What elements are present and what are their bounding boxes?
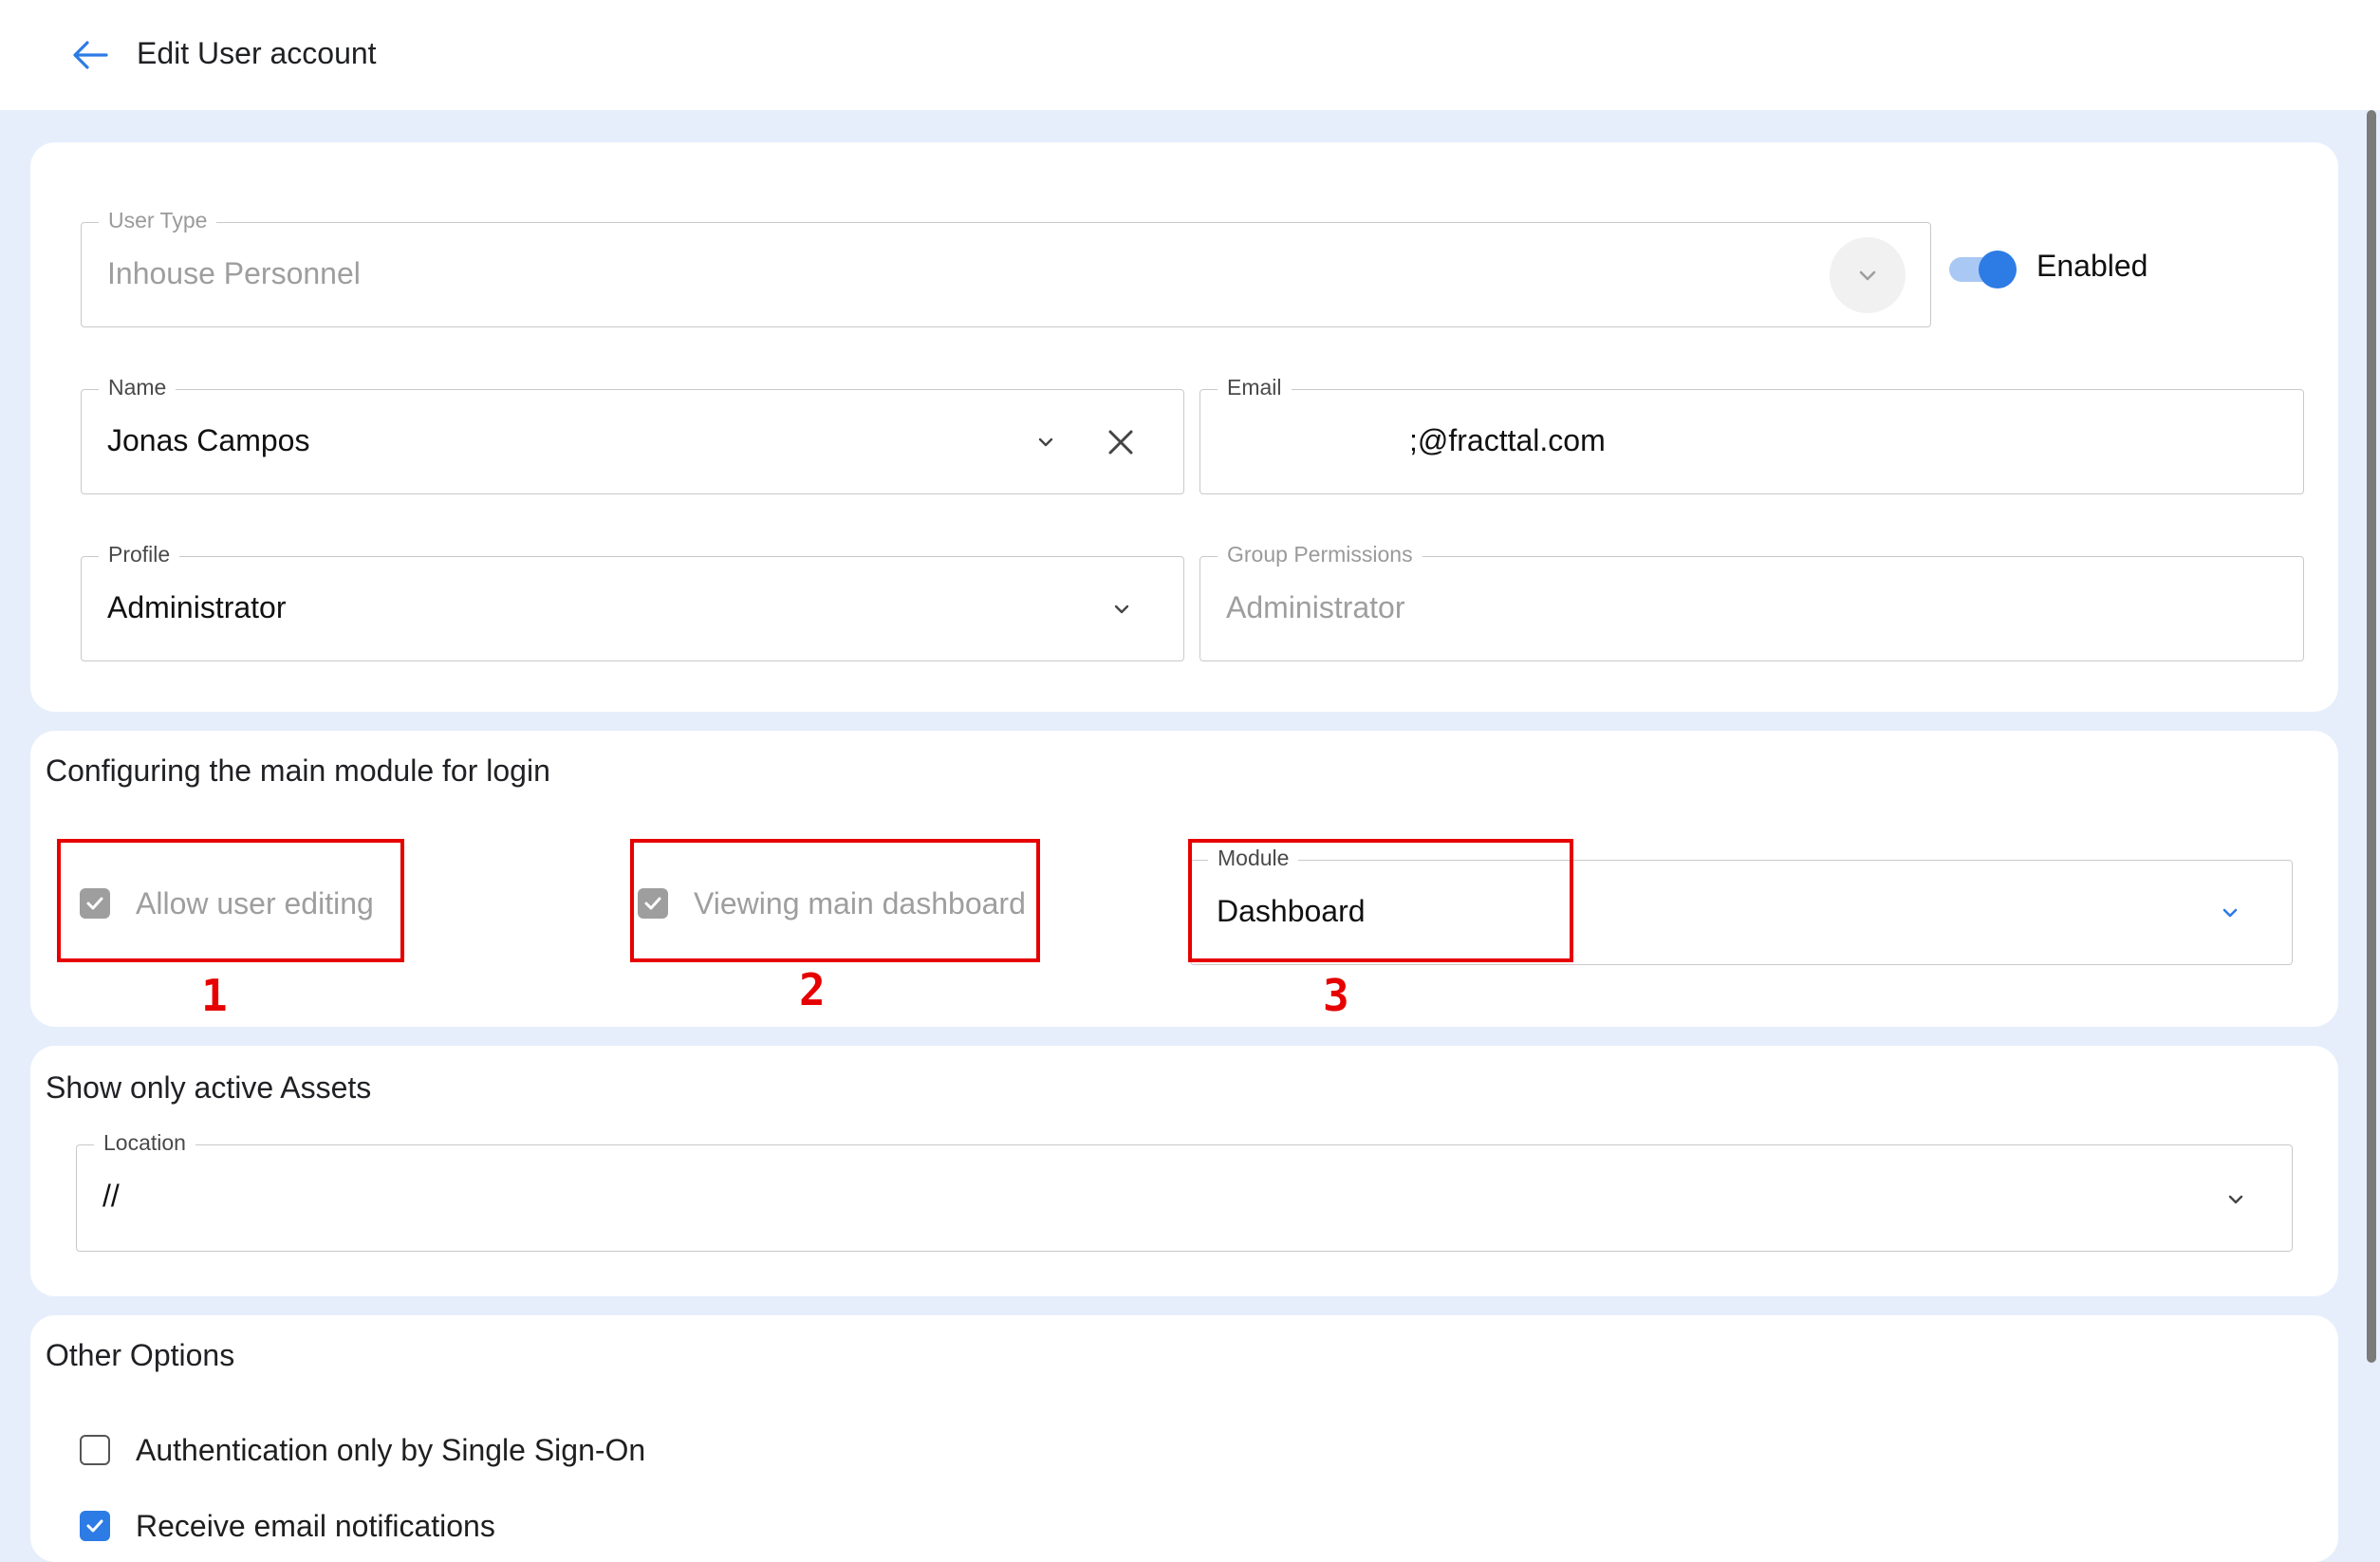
back-arrow-icon[interactable] xyxy=(68,34,114,76)
page-title: Edit User account xyxy=(137,36,377,70)
checkbox-unchecked-icon xyxy=(80,1435,110,1465)
profile-value: Administrator xyxy=(107,590,287,624)
annotation-number-1: 1 xyxy=(201,970,228,1021)
sso-only-checkbox[interactable]: Authentication only by Single Sign-On xyxy=(80,1429,645,1471)
enabled-toggle[interactable] xyxy=(1947,249,2019,290)
email-notifications-checkbox[interactable]: Receive email notifications xyxy=(80,1505,495,1547)
group-permissions-field: Group Permissions Administrator xyxy=(1199,540,2304,661)
profile-label: Profile xyxy=(99,540,180,568)
email-notifications-label: Receive email notifications xyxy=(136,1509,495,1543)
active-assets-title: Show only active Assets xyxy=(46,1070,372,1105)
user-type-field: User Type Inhouse Personnel xyxy=(81,206,1931,327)
chevron-down-icon xyxy=(1859,270,1876,281)
checkbox-checked-icon xyxy=(80,1511,110,1541)
group-permissions-value: Administrator xyxy=(1226,590,1405,624)
user-type-dropdown-button xyxy=(1830,237,1906,313)
location-value: // xyxy=(102,1179,120,1213)
email-value: ;@fracttal.com xyxy=(1409,423,1606,457)
enabled-label: Enabled xyxy=(2036,249,2148,283)
vertical-scrollbar[interactable] xyxy=(2367,110,2376,1363)
chevron-down-icon[interactable] xyxy=(2218,901,2242,925)
annotation-number-3: 3 xyxy=(1323,970,1349,1021)
annotation-box-1 xyxy=(57,839,404,962)
user-type-label: User Type xyxy=(99,206,217,234)
email-field[interactable]: Email ;@fracttal.com xyxy=(1199,373,2304,494)
profile-field[interactable]: Profile Administrator xyxy=(81,540,1184,661)
login-module-title: Configuring the main module for login xyxy=(46,753,550,788)
sso-only-label: Authentication only by Single Sign-On xyxy=(136,1433,646,1467)
annotation-number-2: 2 xyxy=(799,964,826,1015)
chevron-down-icon[interactable] xyxy=(1033,430,1058,455)
chevron-down-icon[interactable] xyxy=(2223,1187,2248,1212)
email-label: Email xyxy=(1218,373,1292,401)
top-bar: Edit User account xyxy=(0,0,2380,110)
annotation-box-3 xyxy=(1188,839,1573,962)
name-field[interactable]: Name Jonas Campos xyxy=(81,373,1184,494)
group-permissions-label: Group Permissions xyxy=(1218,540,1422,568)
name-value: Jonas Campos xyxy=(107,423,310,457)
name-label: Name xyxy=(99,373,177,401)
chevron-down-icon[interactable] xyxy=(1109,597,1134,622)
location-select[interactable]: Location // xyxy=(76,1128,2293,1252)
user-type-value: Inhouse Personnel xyxy=(107,256,361,290)
other-options-title: Other Options xyxy=(46,1338,235,1372)
clear-icon[interactable] xyxy=(1105,426,1137,458)
location-label: Location xyxy=(94,1128,195,1157)
annotation-box-2 xyxy=(630,839,1040,962)
